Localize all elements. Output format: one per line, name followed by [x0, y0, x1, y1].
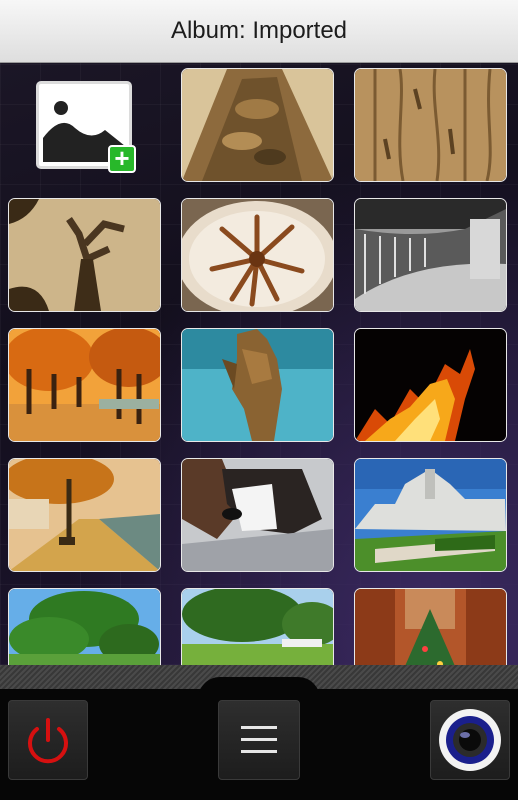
power-button[interactable]	[8, 700, 88, 780]
photo-thumbnail-wood-texture[interactable]	[354, 68, 507, 182]
bottom-toolbar	[0, 665, 518, 800]
camera-button[interactable]	[430, 700, 510, 780]
menu-icon	[241, 726, 277, 753]
plus-icon: +	[108, 145, 136, 173]
photo-thumbnail-corridor[interactable]	[354, 198, 507, 312]
camera-lens-icon	[439, 709, 501, 771]
photo-thumbnail-dog[interactable]	[181, 458, 334, 572]
photo-thumbnail-statue[interactable]	[181, 328, 334, 442]
photo-grid[interactable]: +	[0, 63, 518, 665]
photo-thumbnail-latte-art[interactable]	[181, 198, 334, 312]
photo-thumbnail-fire[interactable]	[354, 328, 507, 442]
photo-thumbnail-autumn-river[interactable]	[8, 458, 161, 572]
menu-button[interactable]	[218, 700, 300, 780]
photo-thumbnail-tree-bark[interactable]	[181, 68, 334, 182]
power-icon	[28, 718, 68, 764]
photo-thumbnail-dead-tree[interactable]	[8, 198, 161, 312]
title-bar: Album: Imported	[0, 0, 518, 63]
photo-thumbnail-park[interactable]	[181, 588, 334, 665]
photo-thumbnail-castle[interactable]	[354, 458, 507, 572]
photo-thumbnail-christmas-tree[interactable]	[354, 588, 507, 665]
add-photo-button[interactable]: +	[36, 81, 136, 173]
photo-thumbnail-autumn-alley[interactable]	[8, 328, 161, 442]
album-title: Album: Imported	[170, 17, 348, 44]
photo-thumbnail-green-tree[interactable]	[8, 588, 161, 665]
